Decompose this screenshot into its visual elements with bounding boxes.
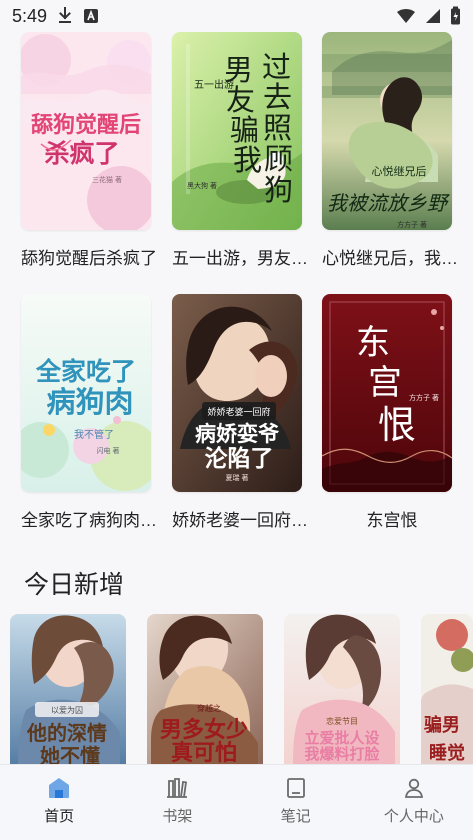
battery-icon: [450, 6, 461, 26]
rail-title-line2-1: 她不懂: [40, 744, 100, 764]
status-left-group: 5:49: [12, 6, 99, 27]
cover-author-3: 方方子 著: [397, 220, 427, 229]
book-title-2[interactable]: 五一出游，男友骗我过去照顾狗: [172, 248, 312, 270]
book-card-4[interactable]: 全家吃了 病狗肉 我不管了 闪电 著 全家吃了病狗肉，我不管了: [21, 294, 161, 532]
rail-book-card-1[interactable]: 以爱为囚 他的深情 她不懂: [10, 614, 126, 764]
rail-book-card-2[interactable]: 穿越之 男多女少 真可怕: [147, 614, 263, 764]
rail-title-line1-4: 骗男: [424, 714, 460, 736]
book-card-3[interactable]: 心悦继兄后 我被流放乡野 方方子 著 心悦继兄后，我被流放乡野: [322, 32, 462, 270]
nav-home[interactable]: 首页: [0, 765, 118, 840]
cover-title-line1-5: 病娇娈爷: [195, 421, 280, 446]
cover-char-e: 骗: [230, 113, 259, 147]
book-title-4[interactable]: 全家吃了病狗肉，我不管了: [21, 510, 161, 532]
signal-icon: [424, 7, 442, 25]
cover-title-line2-4: 病狗肉: [46, 385, 133, 419]
rail-title-line1-1: 他的深情: [26, 721, 107, 745]
book-title-3[interactable]: 心悦继兄后，我被流放乡野: [322, 248, 462, 270]
cover-char-g: 我: [233, 143, 262, 177]
status-bar: 5:49: [0, 0, 473, 32]
notes-icon: [281, 773, 311, 803]
book-cover-2[interactable]: 五一出游 男 过 友 去 骗 照 我 顾 狗 黑大狗 著: [172, 32, 302, 230]
cover-char-d: 去: [263, 80, 292, 114]
cover-title-char-1: 东: [356, 323, 390, 363]
book-cover-1[interactable]: 舔狗觉醒后 杀疯了 三花猫 著: [21, 32, 151, 230]
cover-char-b: 过: [262, 50, 291, 84]
cover-title-line2-1: 杀疯了: [44, 139, 119, 168]
bottom-navigation: 首页 书架 笔记 个人中心: [0, 764, 473, 840]
nav-home-label: 首页: [44, 808, 75, 825]
cover-title-char-3: 恨: [378, 403, 416, 447]
reader-home-screen: 5:49 舔狗觉醒后 杀疯了 三花猫 著 舔狗觉醒后杀疯了 五一出游 男 过 友…: [0, 0, 473, 840]
cover-author-1: 三花猫 著: [92, 175, 122, 184]
cover-title-3: 我被流放乡野: [327, 191, 450, 215]
rail-book-card-3[interactable]: 恋爱节目 立爱批人设 我爆料打脸: [284, 614, 400, 764]
cover-author-6: 方方子 著: [409, 393, 439, 402]
nav-bookshelf[interactable]: 书架: [118, 765, 236, 840]
rail-tag-1: 以爱为囚: [51, 705, 83, 715]
book-cover-3[interactable]: 心悦继兄后 我被流放乡野 方方子 著: [322, 32, 452, 230]
book-title-6[interactable]: 东宫恨: [322, 510, 462, 532]
a-icon: [83, 8, 99, 24]
book-cover-6[interactable]: 东 宫 恨 方方子 著: [322, 294, 452, 492]
book-row-2: 全家吃了 病狗肉 我不管了 闪电 著 全家吃了病狗肉，我不管了: [0, 294, 473, 534]
cover-author-5: 夏瑞 著: [226, 473, 249, 482]
bookshelf-icon: [162, 773, 192, 803]
rail-tag-2: 穿越之: [197, 703, 221, 713]
book-card-2[interactable]: 五一出游 男 过 友 去 骗 照 我 顾 狗 黑大狗 著 五一出游，男友骗我过去…: [172, 32, 312, 270]
book-row-1: 舔狗觉醒后 杀疯了 三花猫 著 舔狗觉醒后杀疯了 五一出游 男 过 友 去 骗 …: [0, 32, 473, 272]
nav-notes-label: 笔记: [280, 808, 311, 825]
nav-profile-label: 个人中心: [383, 808, 444, 825]
cover-tag-3: 心悦继兄后: [372, 164, 427, 178]
cover-title-char-2: 宫: [368, 363, 402, 403]
rail-book-card-4[interactable]: 骗男 睡觉: [421, 614, 473, 764]
profile-icon: [399, 773, 429, 803]
nav-profile[interactable]: 个人中心: [355, 765, 473, 840]
cover-tag-5: 娇娇老婆一回府: [207, 406, 270, 417]
rail-tag-3: 恋爱节目: [326, 716, 358, 726]
rail-title-line2-2: 真可怕: [171, 740, 237, 764]
status-right-group: [396, 6, 461, 26]
home-icon: [44, 773, 74, 803]
book-card-6[interactable]: 东 宫 恨 方方子 著 东宫恨: [322, 294, 452, 532]
rail-title-line2-3: 我爆料打脸: [304, 745, 380, 763]
download-icon: [57, 7, 73, 25]
cover-tag-4: 我不管了: [74, 428, 114, 441]
book-card-1[interactable]: 舔狗觉醒后 杀疯了 三花猫 著 舔狗觉醒后杀疯了: [21, 32, 157, 270]
book-title-5[interactable]: 娇娇老婆一回府，病娇娈爷沦陷了: [172, 510, 312, 532]
cover-author-2: 黑大狗 著: [187, 181, 217, 190]
cover-title-line1-1: 舔狗觉醒后: [31, 112, 141, 138]
cover-char-c: 友: [226, 83, 255, 117]
cover-char-i: 狗: [264, 173, 293, 207]
book-title-1[interactable]: 舔狗觉醒后杀疯了: [21, 248, 161, 270]
cover-title-line2-5: 沦陷了: [205, 445, 274, 472]
cover-title-line1-4: 全家吃了: [35, 357, 136, 386]
cover-char-f: 照: [263, 111, 292, 145]
wifi-icon: [396, 7, 416, 25]
rail-title-line2-4: 睡觉: [429, 742, 465, 764]
book-card-5[interactable]: 娇娇老婆一回府 病娇娈爷 沦陷了 夏瑞 著 娇娇老婆一回府，病娇娈爷沦陷了: [172, 294, 312, 532]
cover-author-4: 闪电 著: [97, 446, 120, 455]
nav-notes[interactable]: 笔记: [237, 765, 355, 840]
cover-char-h: 顾: [264, 142, 293, 176]
cover-char-a: 男: [224, 53, 253, 87]
today-new-rail[interactable]: 以爱为囚 他的深情 她不懂 穿越之 男多女少 真可怕 恋爱节目 立爱批人设 我爆…: [0, 614, 473, 764]
book-cover-5[interactable]: 娇娇老婆一回府 病娇娈爷 沦陷了 夏瑞 著: [172, 294, 302, 492]
clock-text: 5:49: [12, 5, 48, 26]
today-new-section-title: 今日新增: [24, 571, 125, 599]
nav-bookshelf-label: 书架: [162, 808, 193, 825]
book-cover-4[interactable]: 全家吃了 病狗肉 我不管了 闪电 著: [21, 294, 151, 492]
